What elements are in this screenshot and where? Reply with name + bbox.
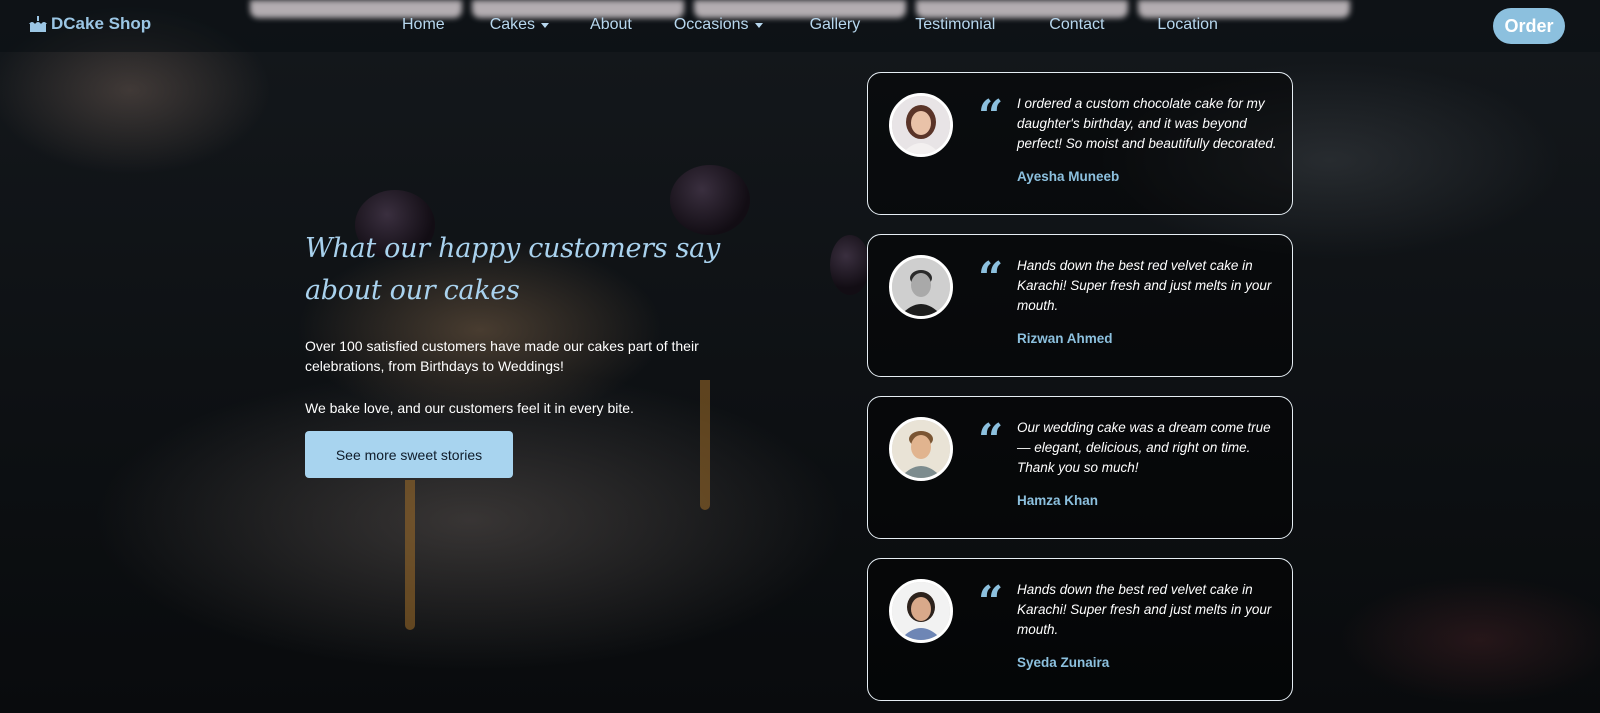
blackberry-decoration — [830, 235, 870, 295]
intro-paragraph: Over 100 satisfied customers have made o… — [305, 338, 699, 374]
testimonial-card: “ Hands down the best red velvet cake in… — [867, 234, 1293, 377]
cake-icon — [27, 14, 49, 34]
nav-label: Occasions — [673, 16, 749, 33]
nav-gallery[interactable]: Gallery — [810, 16, 861, 34]
testimonial-quote: Hands down the best red velvet cake in K… — [1017, 582, 1272, 637]
nav-label: Location — [1157, 16, 1218, 33]
chevron-down-icon — [541, 22, 550, 28]
testimonial-quote: I ordered a custom chocolate cake for my… — [1017, 96, 1277, 151]
see-more-stories-button[interactable]: See more sweet stories — [305, 431, 513, 478]
nav-label: Testimonial — [915, 16, 996, 33]
nav-label: Gallery — [809, 16, 861, 33]
nav-contact[interactable]: Contact — [1049, 16, 1104, 34]
nav-menu: Home Cakes About Occasions Gallery Testi… — [402, 16, 1218, 34]
top-navbar: DCake Shop Home Cakes About Occasions Ga… — [0, 0, 1600, 52]
testimonial-quote: Hands down the best red velvet cake in K… — [1017, 258, 1272, 313]
nav-cakes[interactable]: Cakes — [489, 16, 550, 34]
chevron-down-icon — [754, 22, 763, 28]
testimonial-card: “ Hands down the best red velvet cake in… — [867, 558, 1293, 701]
nav-label: Contact — [1049, 16, 1105, 33]
testimonial-author: Syeda Zunaira — [1017, 655, 1110, 670]
testimonial-author: Ayesha Muneeb — [1017, 169, 1120, 184]
order-button[interactable]: Order — [1493, 8, 1565, 44]
avatar-man-icon — [889, 255, 953, 319]
testimonial-intro: What our happy customers say about our c… — [305, 228, 735, 478]
brand-name: DCake Shop — [51, 14, 152, 33]
intro-paragraph: We bake love, and our customers feel it … — [305, 400, 634, 416]
testimonial-card: “ Our wedding cake was a dream come true… — [867, 396, 1293, 539]
quote-icon: “ — [978, 415, 1004, 466]
nav-testimonial[interactable]: Testimonial — [915, 16, 995, 34]
testimonial-quote: Our wedding cake was a dream come true —… — [1017, 420, 1271, 475]
testimonial-author: Hamza Khan — [1017, 493, 1099, 508]
nav-label: Home — [402, 16, 445, 33]
avatar-woman-icon — [889, 93, 953, 157]
caramel-drip-decoration — [405, 480, 415, 630]
quote-icon: “ — [978, 91, 1004, 142]
brand-logo[interactable]: DCake Shop — [27, 14, 151, 34]
avatar-woman-icon — [889, 579, 953, 643]
quote-icon: “ — [978, 577, 1004, 628]
testimonial-card: “ I ordered a custom chocolate cake for … — [867, 72, 1293, 215]
nav-about[interactable]: About — [590, 16, 632, 34]
hero-background — [0, 0, 1600, 713]
quote-icon: “ — [978, 253, 1004, 304]
section-heading: What our happy customers say about our c… — [305, 233, 720, 306]
blackberry-decoration — [670, 165, 750, 235]
nav-location[interactable]: Location — [1157, 16, 1218, 34]
nav-label: Cakes — [489, 16, 536, 33]
testimonial-author: Rizwan Ahmed — [1017, 331, 1113, 346]
nav-occasions[interactable]: Occasions — [674, 16, 763, 34]
nav-label: About — [590, 16, 632, 33]
avatar-man-icon — [889, 417, 953, 481]
nav-home[interactable]: Home — [402, 16, 445, 34]
